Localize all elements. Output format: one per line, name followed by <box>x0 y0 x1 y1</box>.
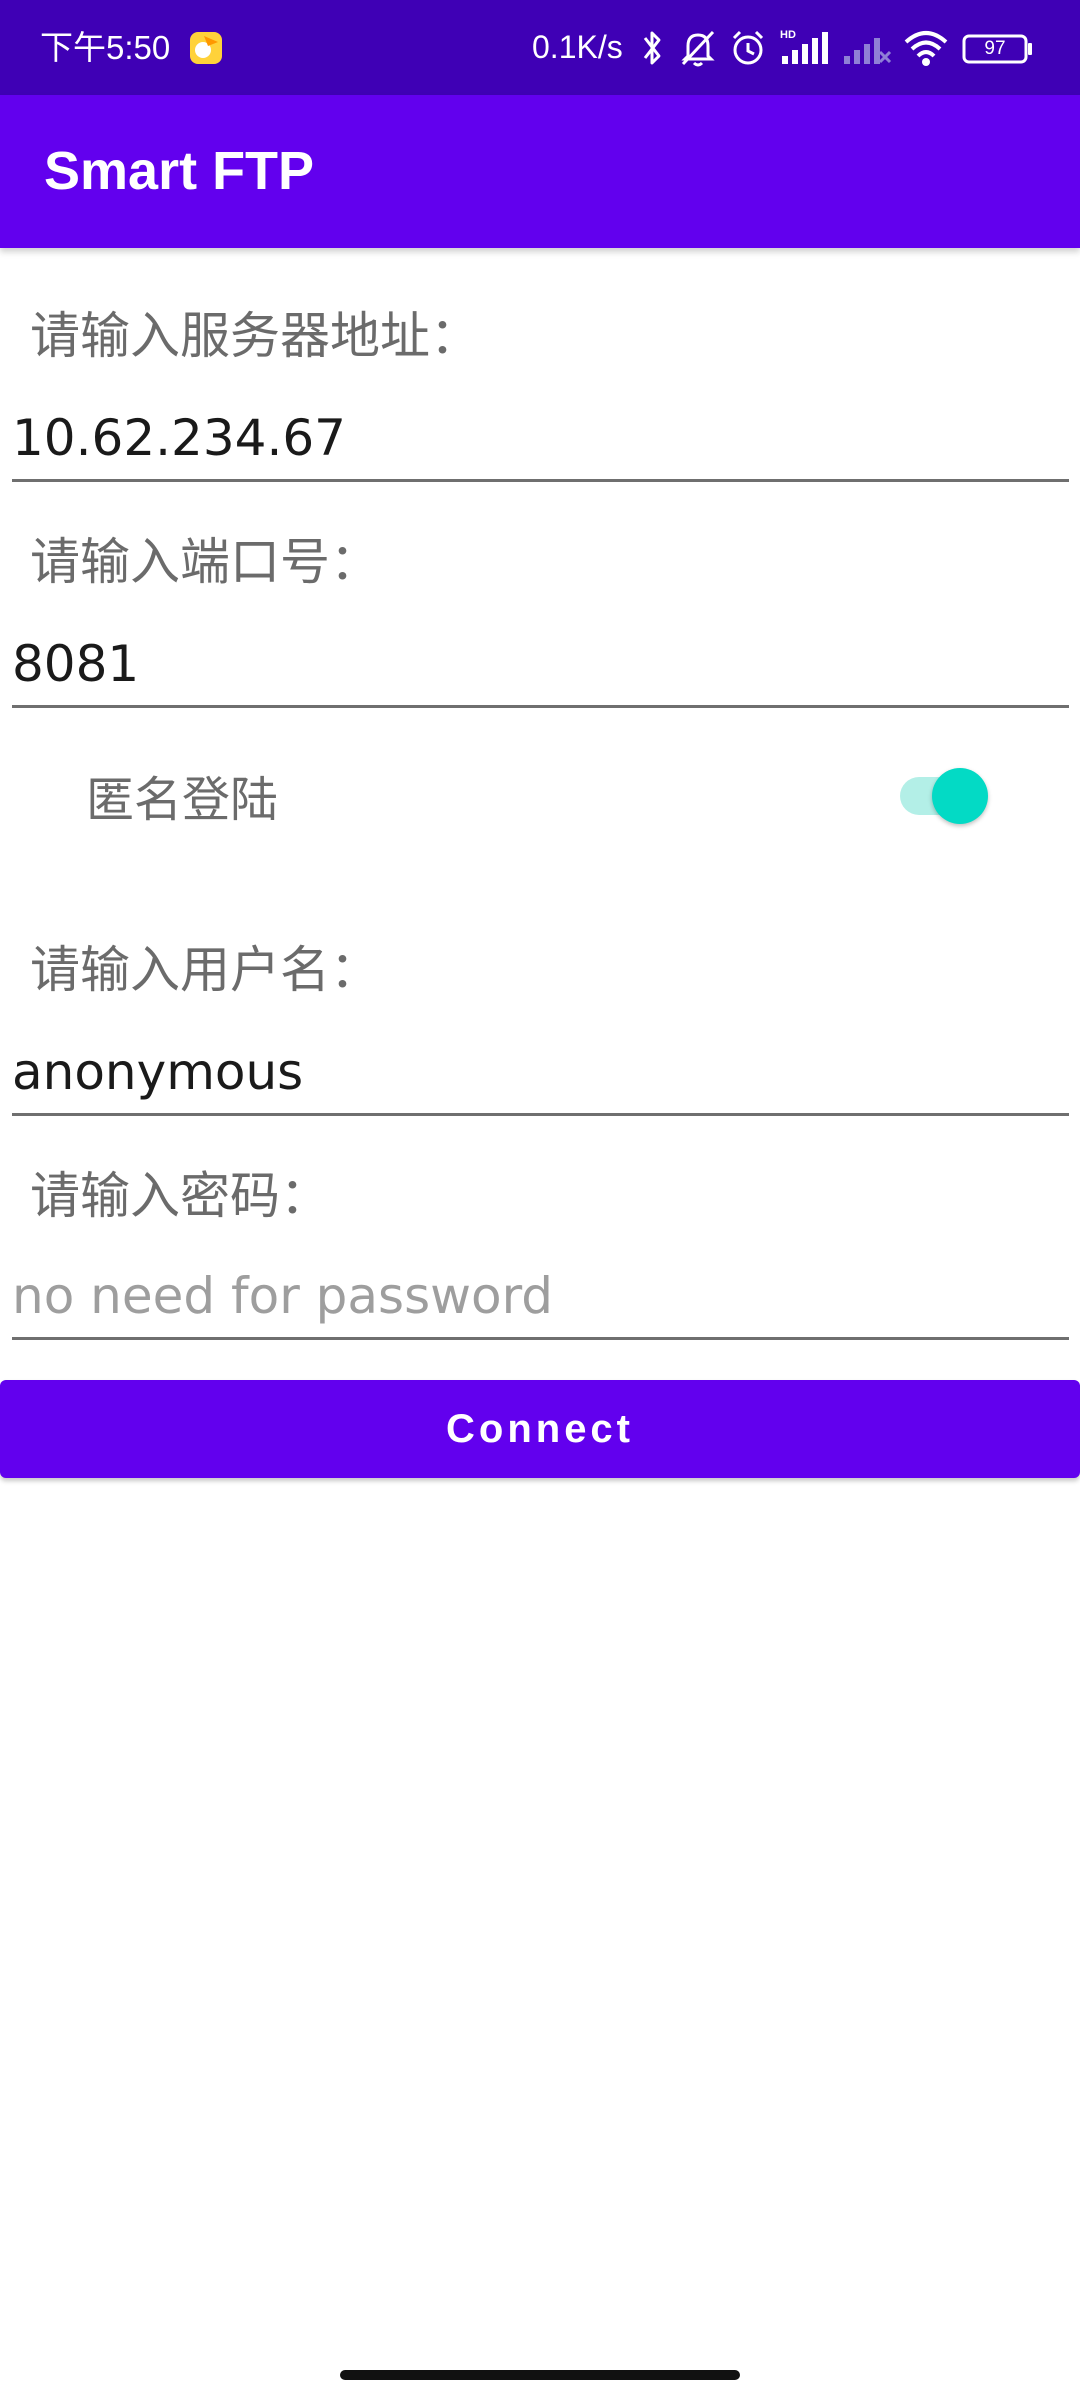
anonymous-login-label: 匿名登陆 <box>86 772 279 828</box>
signal-weak-icon <box>844 38 892 64</box>
app-notification-icon <box>190 32 222 64</box>
switch-thumb[interactable] <box>932 768 988 824</box>
port-label: 请输入端口号： <box>30 533 380 591</box>
hd-signal-icon: HD <box>780 29 828 64</box>
port-input[interactable] <box>12 622 1069 708</box>
status-time: 下午5:50 <box>40 29 171 66</box>
network-speed: 0.1K/s <box>532 29 623 65</box>
wifi-icon <box>904 31 948 66</box>
mute-bell-icon <box>681 30 715 67</box>
bluetooth-icon <box>643 31 661 65</box>
username-label: 请输入用户名： <box>30 941 380 999</box>
connect-button[interactable]: Connect <box>0 1380 1080 1478</box>
app-bar: Smart FTP <box>0 95 1080 248</box>
server-address-input[interactable] <box>12 396 1069 482</box>
password-input[interactable] <box>12 1254 1069 1340</box>
status-bar: 下午5:50 0.1K/s HD 97 <box>0 0 1080 95</box>
svg-text:HD: HD <box>780 29 796 41</box>
battery-icon: 97 <box>962 26 1034 70</box>
home-indicator[interactable] <box>340 2370 740 2380</box>
app-title: Smart FTP <box>44 141 315 201</box>
password-label: 请输入密码： <box>30 1167 330 1225</box>
server-address-label: 请输入服务器地址： <box>30 307 480 365</box>
username-input[interactable] <box>12 1030 1069 1116</box>
alarm-icon <box>732 30 764 65</box>
battery-level: 97 <box>984 38 1006 59</box>
